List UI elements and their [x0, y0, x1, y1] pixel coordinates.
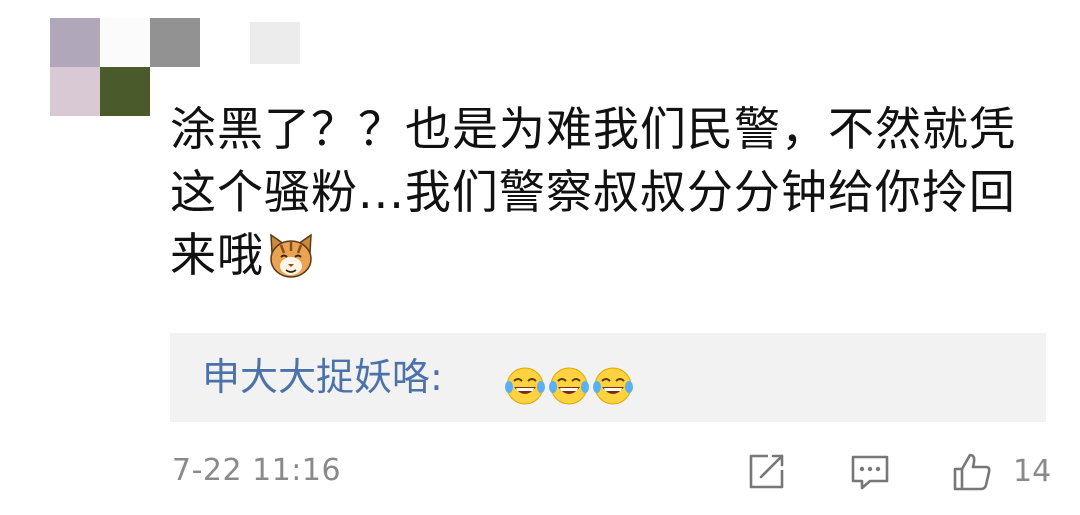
comment-timestamp: 7-22 11:16 [172, 453, 342, 488]
comment-bubble-icon[interactable] [848, 450, 892, 494]
reply-preview[interactable]: 申大大捉妖咯: [170, 333, 1046, 422]
avatar-pixel [100, 18, 150, 67]
avatar-pixel [50, 67, 100, 116]
thumbs-up-icon[interactable] [950, 450, 994, 494]
comment-body: 涂黑了？？也是为难我们民警，不然就凭这个骚粉...我们警察叔叔分分钟给你拎回来哦 [170, 98, 1050, 287]
share-edit-icon[interactable] [744, 450, 788, 494]
laughing-tears-icon [593, 367, 633, 405]
laughing-tears-icon [549, 367, 589, 405]
reply-author[interactable]: 申大大捉妖咯: [202, 351, 443, 403]
cat-face-icon [270, 233, 312, 278]
avatar-pixel [50, 18, 100, 67]
comment-card: 涂黑了？？也是为难我们民警，不然就凭这个骚粉...我们警察叔叔分分钟给你拎回来哦… [0, 0, 1080, 515]
avatar-pixel [100, 67, 150, 116]
reply-emojis [504, 365, 634, 405]
comment-actions: 14 [740, 448, 1060, 494]
avatar-pixel [150, 18, 200, 67]
like-count: 14 [1013, 454, 1052, 489]
username-redacted[interactable] [250, 22, 300, 64]
laughing-tears-icon [505, 367, 545, 405]
